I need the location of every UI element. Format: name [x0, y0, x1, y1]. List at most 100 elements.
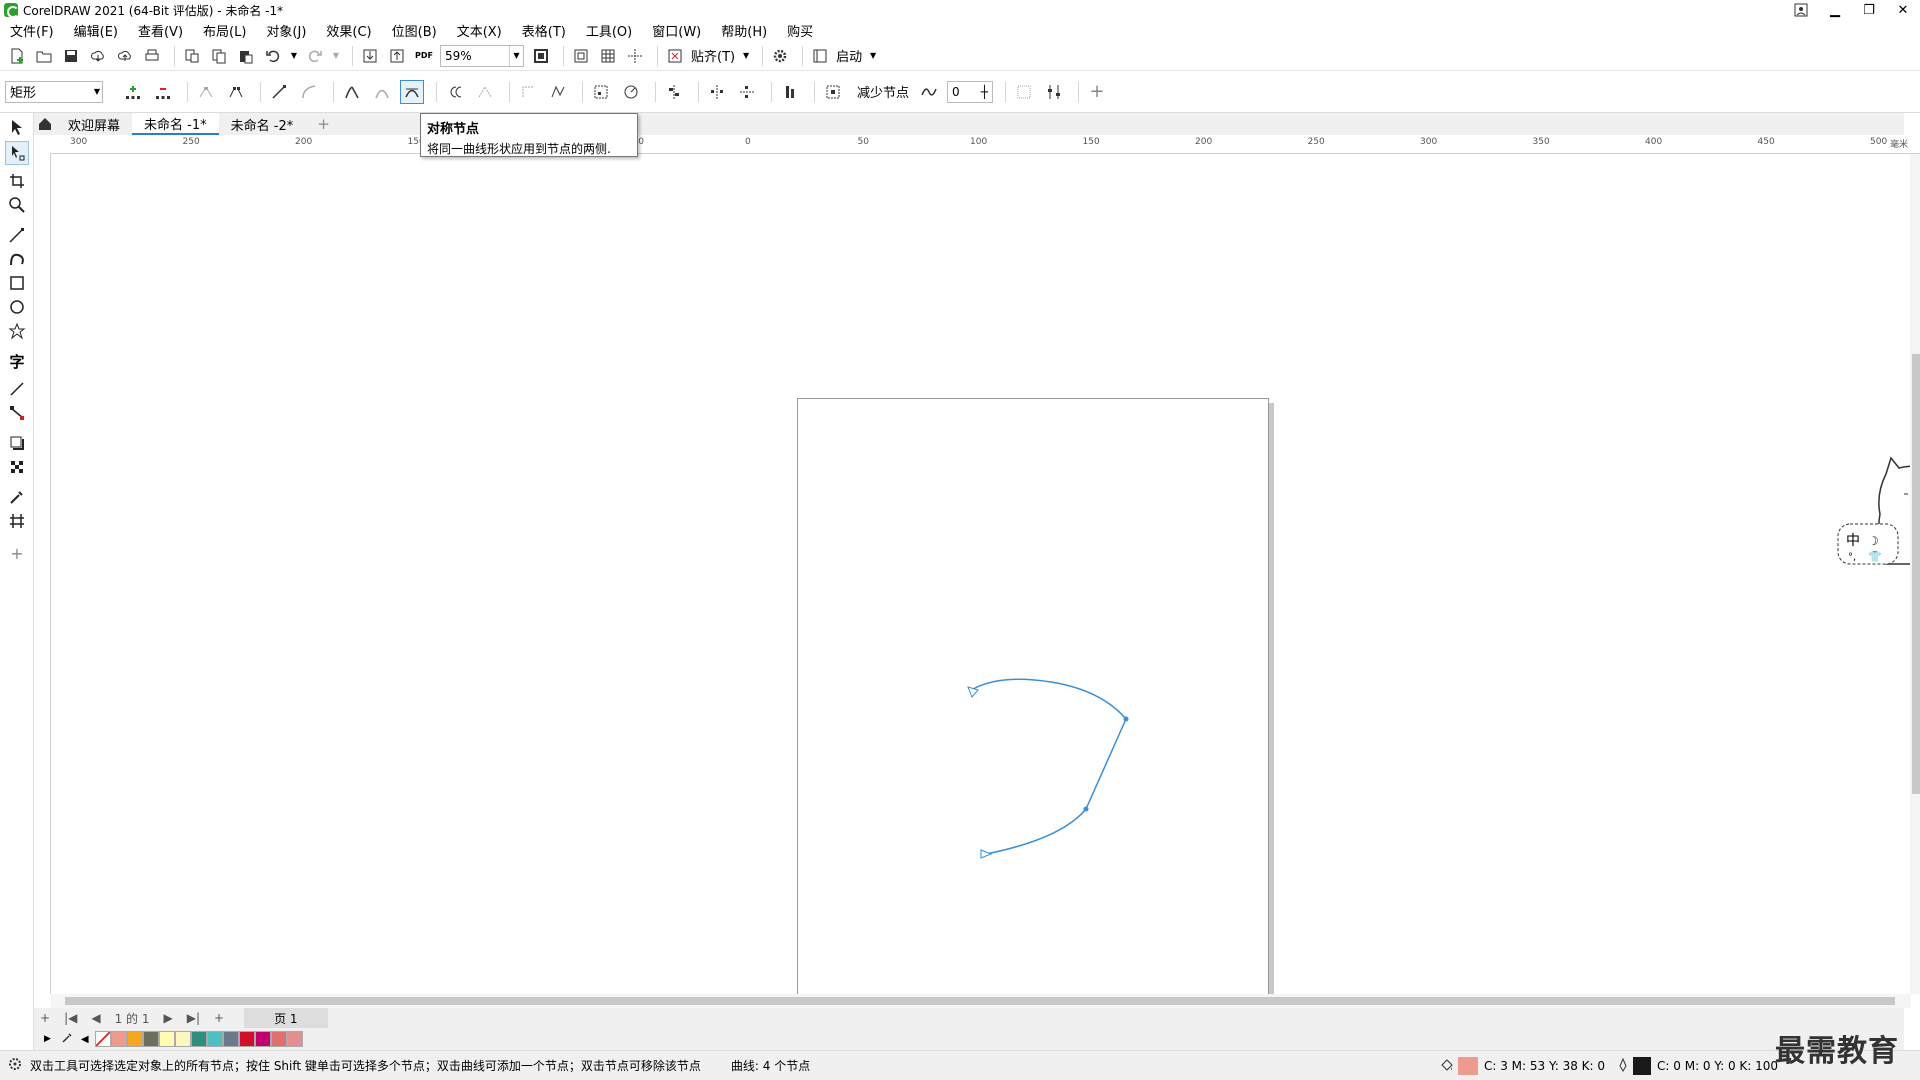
settings-gear-icon[interactable] — [8, 1057, 22, 1074]
menu-object[interactable]: 对象(J) — [266, 21, 306, 40]
parallel-dimension-tool-icon[interactable] — [5, 377, 29, 401]
previous-page-icon[interactable]: ◀ — [91, 1011, 100, 1025]
document-color-swatch[interactable] — [286, 1031, 303, 1047]
document-color-swatch[interactable] — [110, 1031, 127, 1047]
menu-window[interactable]: 窗口(W) — [652, 21, 701, 40]
tab-document-2[interactable]: 未命名 -2* — [219, 113, 306, 135]
horizontal-ruler[interactable]: 3002502001501005005010015020025030035040… — [50, 135, 1920, 154]
curve-node[interactable] — [1083, 806, 1089, 812]
delete-node-icon[interactable] — [151, 80, 175, 104]
document-color-swatch[interactable] — [142, 1031, 159, 1047]
mascot-cat-widget[interactable]: 中 ☽ °, 👕 — [1836, 454, 1920, 574]
menu-tools[interactable]: 工具(O) — [586, 21, 632, 40]
vertical-reflect-nodes-icon[interactable] — [735, 80, 759, 104]
show-grid-icon[interactable] — [597, 45, 619, 67]
redo-dropdown-icon[interactable]: ▼ — [331, 45, 341, 67]
launch-app-icon[interactable] — [809, 45, 831, 67]
import-icon[interactable] — [359, 45, 381, 67]
elastic-mode-icon[interactable] — [778, 80, 802, 104]
menu-layout[interactable]: 布局(L) — [203, 21, 246, 40]
cusp-node-icon[interactable] — [340, 80, 364, 104]
polygon-tool-icon[interactable] — [5, 319, 29, 343]
tab-welcome-screen[interactable]: 欢迎屏幕 — [56, 113, 132, 135]
fill-color-swatch[interactable] — [1458, 1057, 1478, 1075]
document-color-swatch[interactable] — [222, 1031, 239, 1047]
menu-edit[interactable]: 编辑(E) — [74, 21, 118, 40]
add-tool-icon[interactable]: + — [5, 541, 29, 565]
snap-to-dropdown[interactable]: 贴齐(T) — [691, 46, 735, 65]
menu-text[interactable]: 文本(X) — [457, 21, 502, 40]
document-color-swatch[interactable] — [174, 1031, 191, 1047]
close-button[interactable]: ✕ — [1886, 0, 1920, 20]
full-screen-preview-icon[interactable] — [570, 45, 592, 67]
color-eyedropper-tool-icon[interactable] — [5, 485, 29, 509]
rotate-skew-nodes-icon[interactable] — [619, 80, 643, 104]
curve-end-arrow-node[interactable] — [980, 849, 993, 859]
add-node-icon[interactable] — [121, 80, 145, 104]
connector-tool-icon[interactable] — [5, 401, 29, 425]
minimize-button[interactable]: ▁ — [1818, 0, 1852, 20]
restore-button[interactable]: ❐ — [1852, 0, 1886, 20]
document-color-swatch[interactable] — [126, 1031, 143, 1047]
vertical-scrollbar[interactable] — [1910, 154, 1920, 994]
cut-icon[interactable] — [181, 45, 203, 67]
zoom-to-page-icon[interactable] — [530, 45, 552, 67]
outline-color-swatch[interactable] — [1633, 1057, 1652, 1075]
shape-tool-icon[interactable] — [5, 141, 29, 165]
document-color-swatch[interactable] — [270, 1031, 287, 1047]
outline-pen-icon[interactable] — [1617, 1057, 1629, 1075]
artistic-media-tool-icon[interactable] — [5, 247, 29, 271]
cloud-download-icon[interactable] — [87, 45, 109, 67]
extract-subpath-icon[interactable] — [516, 80, 540, 104]
interactive-fill-tool-icon[interactable] — [5, 509, 29, 533]
selection-mode-select[interactable]: 矩形 ▼ — [5, 80, 103, 103]
freehand-tool-icon[interactable] — [5, 223, 29, 247]
last-page-icon[interactable]: ▶| — [187, 1011, 200, 1025]
chevron-down-icon[interactable]: ▼ — [868, 45, 878, 67]
show-guidelines-icon[interactable] — [624, 45, 646, 67]
cusp-sliders-icon[interactable] — [1042, 80, 1066, 104]
vertical-ruler[interactable] — [34, 154, 51, 994]
stretch-scale-nodes-icon[interactable] — [589, 80, 613, 104]
page-tab-1[interactable]: 页 1 — [244, 1007, 328, 1029]
horizontal-reflect-nodes-icon[interactable] — [705, 80, 729, 104]
close-curve-icon[interactable] — [546, 80, 570, 104]
curve-start-arrow-node[interactable] — [967, 686, 979, 698]
menu-effects[interactable]: 效果(C) — [326, 21, 371, 40]
text-tool-icon[interactable]: 字 — [5, 349, 29, 373]
curve-object[interactable] — [51, 154, 1911, 994]
home-icon[interactable] — [34, 113, 56, 135]
horizontal-scrollbar[interactable] — [51, 994, 1911, 1008]
convert-to-curve-icon[interactable] — [297, 80, 321, 104]
undo-icon[interactable] — [262, 45, 284, 67]
drop-shadow-tool-icon[interactable] — [5, 431, 29, 455]
vertical-scrollbar-thumb[interactable] — [1912, 354, 1920, 794]
zoom-tool-icon[interactable] — [5, 193, 29, 217]
open-folder-icon[interactable] — [33, 45, 55, 67]
reverse-direction-icon[interactable] — [443, 80, 467, 104]
document-color-swatch[interactable] — [238, 1031, 255, 1047]
chevron-down-icon[interactable]: ▼ — [741, 45, 751, 67]
menu-view[interactable]: 查看(V) — [138, 21, 183, 40]
launch-dropdown[interactable]: 启动 — [836, 46, 862, 65]
next-page-icon[interactable]: ▶ — [163, 1011, 172, 1025]
transparency-tool-icon[interactable] — [5, 455, 29, 479]
curve-node[interactable] — [1123, 716, 1129, 722]
menu-buy[interactable]: 购买 — [787, 21, 813, 40]
select-all-nodes-icon[interactable] — [821, 80, 845, 104]
palette-scroll-left-icon[interactable]: ◀ — [81, 1034, 89, 1045]
pick-tool-icon[interactable] — [5, 115, 29, 139]
zoom-level-select[interactable]: 59% ▼ — [440, 44, 524, 67]
horizontal-scrollbar-thumb[interactable] — [65, 997, 1895, 1005]
edited-curve[interactable] — [972, 678, 1127, 855]
node-boundary-icon[interactable] — [1012, 80, 1036, 104]
snap-off-icon[interactable] — [664, 45, 686, 67]
document-color-swatch[interactable] — [254, 1031, 271, 1047]
menu-table[interactable]: 表格(T) — [522, 21, 566, 40]
ellipse-tool-icon[interactable] — [5, 295, 29, 319]
new-tab-plus-icon[interactable]: + — [305, 113, 342, 135]
export-icon[interactable] — [386, 45, 408, 67]
save-icon[interactable] — [60, 45, 82, 67]
menu-help[interactable]: 帮助(H) — [721, 21, 767, 40]
join-nodes-icon[interactable] — [194, 80, 218, 104]
